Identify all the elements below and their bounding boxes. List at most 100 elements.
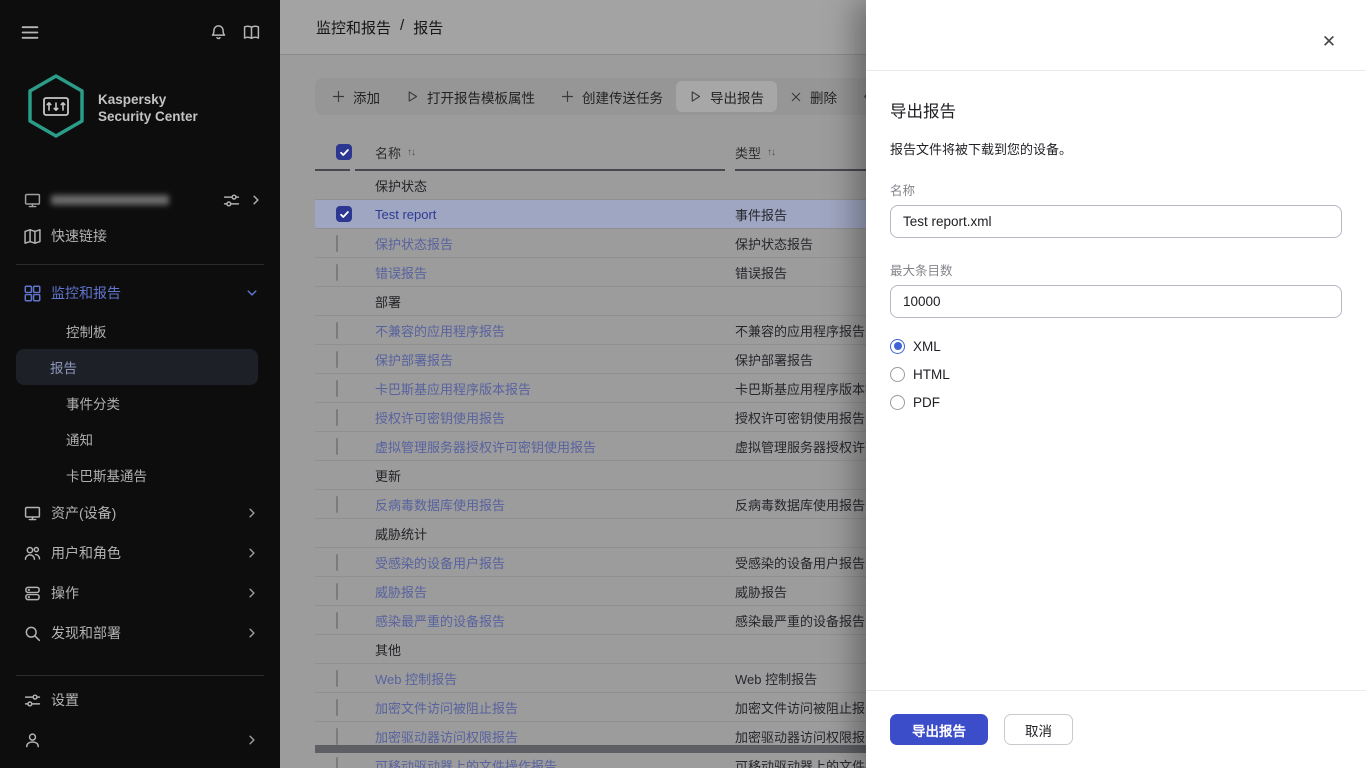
group-name: 保护状态 <box>315 176 427 195</box>
chevron-right-icon[interactable] <box>246 547 258 559</box>
help-book-icon[interactable] <box>243 24 260 41</box>
server-selector[interactable] <box>0 184 280 216</box>
sidebar-item-discovery[interactable]: 发现和部署 <box>0 613 280 653</box>
sidebar-subitem-通知[interactable]: 通知 <box>16 421 258 457</box>
sidebar-item-account[interactable] <box>0 720 280 760</box>
x-icon <box>790 91 802 103</box>
sidebar-item-settings[interactable]: 设置 <box>0 680 280 720</box>
report-name-link[interactable]: 错误报告 <box>375 266 427 281</box>
report-name-link[interactable]: 威胁报告 <box>375 585 427 600</box>
row-checkbox[interactable] <box>336 264 338 281</box>
report-name-link[interactable]: 受感染的设备用户报告 <box>375 556 505 571</box>
report-name-cell: 卡巴斯基应用程序版本报告 <box>355 379 725 398</box>
sidebar-subitem-事件分类[interactable]: 事件分类 <box>16 385 258 421</box>
report-name-link[interactable]: 授权许可密钥使用报告 <box>375 411 505 426</box>
group-name: 其他 <box>315 640 401 659</box>
format-radio-XML[interactable]: XML <box>890 332 1342 360</box>
report-type: Web 控制报告 <box>735 672 817 687</box>
sidebar-item-quick-links[interactable]: 快速链接 <box>0 216 280 256</box>
report-name-link[interactable]: 反病毒数据库使用报告 <box>375 498 505 513</box>
radio-icon[interactable] <box>890 367 905 382</box>
toolbar-button-添加[interactable]: 添加 <box>319 81 393 112</box>
sidebar-item-icon-dashboard <box>24 285 41 302</box>
close-icon[interactable]: ✕ <box>1318 31 1340 53</box>
format-radio-HTML[interactable]: HTML <box>890 360 1342 388</box>
chevron-down-icon[interactable] <box>246 287 258 299</box>
group-name: 部署 <box>315 292 401 311</box>
report-name-link[interactable]: 卡巴斯基应用程序版本报告 <box>375 382 531 397</box>
sidebar-subitem-label: 控制板 <box>66 321 107 341</box>
toolbar-button-打开报告模板属性[interactable]: 打开报告模板属性 <box>393 81 548 112</box>
sidebar-item-users-roles[interactable]: 用户和角色 <box>0 533 280 573</box>
server-settings-icon[interactable] <box>223 192 240 209</box>
toolbar-button-label: 删除 <box>810 87 837 107</box>
toolbar-button-导出报告[interactable]: 导出报告 <box>676 81 777 112</box>
report-name-link[interactable]: Test report <box>375 207 436 222</box>
export-report-button[interactable]: 导出报告 <box>890 714 988 745</box>
sidebar-item-operations[interactable]: 操作 <box>0 573 280 613</box>
row-checkbox[interactable] <box>336 438 338 455</box>
row-checkbox[interactable] <box>336 380 338 397</box>
sidebar-subitem-控制板[interactable]: 控制板 <box>16 313 258 349</box>
report-name-link[interactable]: 不兼容的应用程序报告 <box>375 324 505 339</box>
sidebar-subitem-卡巴斯基通告[interactable]: 卡巴斯基通告 <box>16 457 258 493</box>
row-checkbox[interactable] <box>336 496 338 513</box>
report-name-link[interactable]: 感染最严重的设备报告 <box>375 614 505 629</box>
sidebar-subitem-报告[interactable]: 报告 <box>16 349 258 385</box>
sidebar-subitem-label: 事件分类 <box>66 393 120 413</box>
row-checkbox[interactable] <box>336 612 338 629</box>
sidebar-subitem-label: 卡巴斯基通告 <box>66 465 147 485</box>
report-name-link[interactable]: 加密驱动器访问权限报告 <box>375 730 518 745</box>
sidebar-item-icon-layers <box>24 585 41 602</box>
chevron-right-icon[interactable] <box>250 194 262 206</box>
report-name-link[interactable]: 保护状态报告 <box>375 237 453 252</box>
report-name-cell: 威胁报告 <box>355 582 725 601</box>
toolbar-button-label: 打开报告模板属性 <box>427 87 535 107</box>
row-checkbox[interactable] <box>336 235 338 252</box>
format-radio-PDF[interactable]: PDF <box>890 388 1342 416</box>
report-name-link[interactable]: 保护部署报告 <box>375 353 453 368</box>
toolbar-button-创建传送任务[interactable]: 创建传送任务 <box>548 81 676 112</box>
cancel-button[interactable]: 取消 <box>1004 714 1073 745</box>
chevron-right-icon[interactable] <box>246 507 258 519</box>
max-entries-label: 最大条目数 <box>890 260 1342 279</box>
checkbox-cell <box>315 352 355 367</box>
row-checkbox[interactable] <box>336 409 338 426</box>
sort-icon[interactable]: ↑↓ <box>407 147 415 158</box>
report-name-link[interactable]: 虚拟管理服务器授权许可密钥使用报告 <box>375 440 596 455</box>
radio-icon[interactable] <box>890 395 905 410</box>
row-checkbox[interactable] <box>336 583 338 600</box>
toolbar-button-删除[interactable]: 删除 <box>777 81 850 112</box>
row-checkbox[interactable] <box>336 322 338 339</box>
row-checkbox[interactable] <box>336 351 338 368</box>
breadcrumb-section[interactable]: 监控和报告 <box>316 17 391 38</box>
report-name-link[interactable]: Web 控制报告 <box>375 672 457 687</box>
radio-icon[interactable] <box>890 339 905 354</box>
sort-icon[interactable]: ↑↓ <box>767 147 775 158</box>
row-checkbox[interactable] <box>336 554 338 571</box>
sidebar-item-assets[interactable]: 资产(设备) <box>0 493 280 533</box>
notifications-bell-icon[interactable] <box>210 24 227 41</box>
checkbox-cell <box>315 439 355 454</box>
report-name-link[interactable]: 加密文件访问被阻止报告 <box>375 701 518 716</box>
hamburger-menu-icon[interactable] <box>20 24 40 41</box>
sidebar-item-icon-person <box>24 732 41 749</box>
chevron-right-icon[interactable] <box>246 734 258 746</box>
sidebar-item-monitoring[interactable]: 监控和报告 <box>0 273 280 313</box>
report-name-link[interactable]: 可移动驱动器上的文件操作报告 <box>375 759 557 768</box>
report-type: 授权许可密钥使用报告 <box>735 411 865 426</box>
row-checkbox[interactable] <box>336 670 338 687</box>
row-checkbox[interactable] <box>336 757 338 768</box>
column-header-名称[interactable]: 名称↑↓ <box>355 135 725 171</box>
row-checkbox[interactable] <box>336 699 338 716</box>
kaspersky-logo-icon <box>26 74 86 143</box>
row-checkbox[interactable] <box>336 144 352 160</box>
chevron-right-icon[interactable] <box>246 587 258 599</box>
row-checkbox[interactable] <box>336 206 352 222</box>
row-checkbox[interactable] <box>336 728 338 745</box>
max-entries-input[interactable] <box>890 285 1342 318</box>
chevron-right-icon[interactable] <box>246 627 258 639</box>
export-report-drawer: ✕ 导出报告 报告文件将被下载到您的设备。 名称 最大条目数 XMLHTMLPD… <box>866 0 1366 768</box>
sidebar-item-label: 发现和部署 <box>51 623 121 643</box>
report-name-input[interactable] <box>890 205 1342 238</box>
